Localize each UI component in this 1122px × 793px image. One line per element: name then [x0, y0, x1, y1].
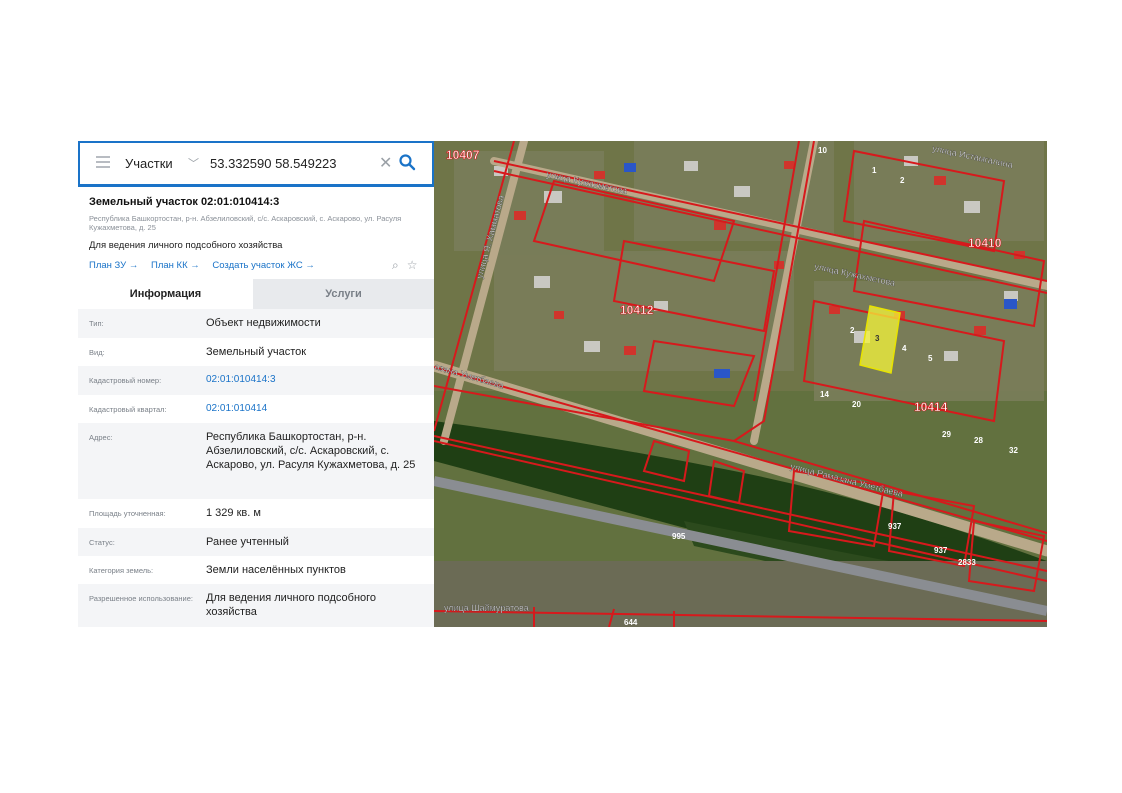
prop-key: Кадастровый квартал: [89, 405, 167, 414]
tab-info[interactable]: Информация [78, 279, 253, 309]
prop-value: Республика Башкортостан, р-н. Абзелиловс… [206, 431, 416, 471]
prop-key: Вид: [89, 348, 105, 357]
parcel-label: 10 [818, 146, 827, 155]
parcel-label: 3 [875, 334, 880, 343]
parcel-label: 5 [928, 354, 933, 363]
prop-row-permitted-use: Разрешенное использование: Для ведения л… [78, 584, 434, 627]
prop-value: Объект недвижимости [206, 317, 321, 329]
plan-zu-link[interactable]: План ЗУ → [89, 260, 138, 271]
quarter-label: 10412 [620, 303, 654, 317]
star-icon[interactable]: ☆ [407, 258, 418, 272]
prop-value: 1 329 кв. м [206, 507, 261, 519]
cadastral-quarter-link[interactable]: 02:01:010414 [206, 402, 421, 416]
search-icon[interactable] [398, 153, 416, 171]
prop-row-category: Категория земель: Земли населённых пункт… [78, 556, 434, 584]
prop-row-area: Площадь уточненная: 1 329 кв. м [78, 499, 434, 528]
tab-services[interactable]: Услуги [253, 279, 434, 309]
prop-row-address: Адрес: Республика Башкортостан, р-н. Абз… [78, 423, 434, 499]
parcel-label: 937 [888, 522, 902, 531]
map-view[interactable]: улица Кужахметова улица Кужахметова улиц… [434, 141, 1047, 627]
chevron-down-icon[interactable]: ﹀ [188, 155, 199, 171]
menu-icon[interactable] [96, 156, 110, 170]
parcel-label: 2 [900, 176, 905, 185]
object-links: План ЗУ → План КК → Создать участок ЖС → [89, 260, 325, 271]
tab-bar: Информация Услуги [78, 279, 434, 309]
close-icon[interactable]: ✕ [379, 153, 392, 173]
parcel-label: 32 [1009, 446, 1018, 455]
parcel-label: 20 [852, 400, 861, 409]
parcel-label: 1 [872, 166, 877, 175]
properties-list: Тип: Объект недвижимости Вид: Земельный … [78, 309, 434, 627]
search-bar[interactable]: Участки ﹀ 53.332590 58.549223 ✕ [78, 141, 434, 187]
prop-row-cadastral-quarter: Кадастровый квартал: 02:01:010414 [78, 395, 434, 423]
create-parcel-link[interactable]: Создать участок ЖС → [212, 260, 314, 271]
prop-key: Адрес: [89, 433, 113, 442]
prop-key: Статус: [89, 538, 115, 547]
prop-key: Тип: [89, 319, 104, 328]
locate-icon[interactable]: ⌕ [392, 258, 399, 272]
layer-select[interactable]: Участки [125, 156, 173, 171]
prop-key: Категория земель: [89, 566, 154, 575]
satellite-map[interactable]: улица Кужахметова улица Кужахметова улиц… [434, 141, 1047, 627]
parcel-label: 2 [850, 326, 855, 335]
parcel-label: 4 [902, 344, 907, 353]
parcel-label: 995 [672, 532, 686, 541]
object-title: Земельный участок 02:01:010414:3 [89, 196, 280, 208]
parcel-label: 2833 [958, 558, 976, 567]
prop-row-status: Статус: Ранее учтенный [78, 528, 434, 556]
prop-key: Разрешенное использование: [89, 594, 193, 603]
search-input[interactable]: 53.332590 58.549223 [210, 156, 337, 171]
prop-value: Для ведения личного подсобного хозяйства [206, 592, 377, 618]
prop-key: Кадастровый номер: [89, 376, 162, 385]
prop-value: Земли населённых пунктов [206, 564, 346, 576]
parcel-label: 14 [820, 390, 829, 399]
parcel-label: 29 [942, 430, 951, 439]
plan-kk-link[interactable]: План КК → [151, 260, 200, 271]
prop-value: Земельный участок [206, 346, 307, 358]
quarter-label: 10410 [968, 236, 1002, 250]
object-purpose: Для ведения личного подсобного хозяйства [89, 240, 283, 251]
object-address: Республика Башкортостан, р-н. Абзелиловс… [89, 214, 402, 232]
prop-row-kind: Вид: Земельный участок [78, 338, 434, 366]
prop-value: Ранее учтенный [206, 536, 289, 548]
street-label: улица Шаймуратова [444, 603, 529, 613]
quarter-label: 10407 [446, 148, 480, 162]
parcel-label: 28 [974, 436, 983, 445]
prop-row-cadastral-number: Кадастровый номер: 02:01:010414:3 [78, 366, 434, 395]
cadastral-map-app: Участки ﹀ 53.332590 58.549223 ✕ Земельны… [78, 141, 1047, 627]
prop-row-type: Тип: Объект недвижимости [78, 309, 434, 338]
object-actions: ⌕ ☆ [384, 258, 418, 273]
prop-key: Площадь уточненная: [89, 509, 166, 518]
parcel-label: 937 [934, 546, 948, 555]
parcel-label: 644 [624, 618, 638, 627]
info-panel: Участки ﹀ 53.332590 58.549223 ✕ Земельны… [78, 141, 434, 627]
quarter-label: 10414 [914, 400, 948, 414]
cadastral-number-link[interactable]: 02:01:010414:3 [206, 373, 421, 387]
